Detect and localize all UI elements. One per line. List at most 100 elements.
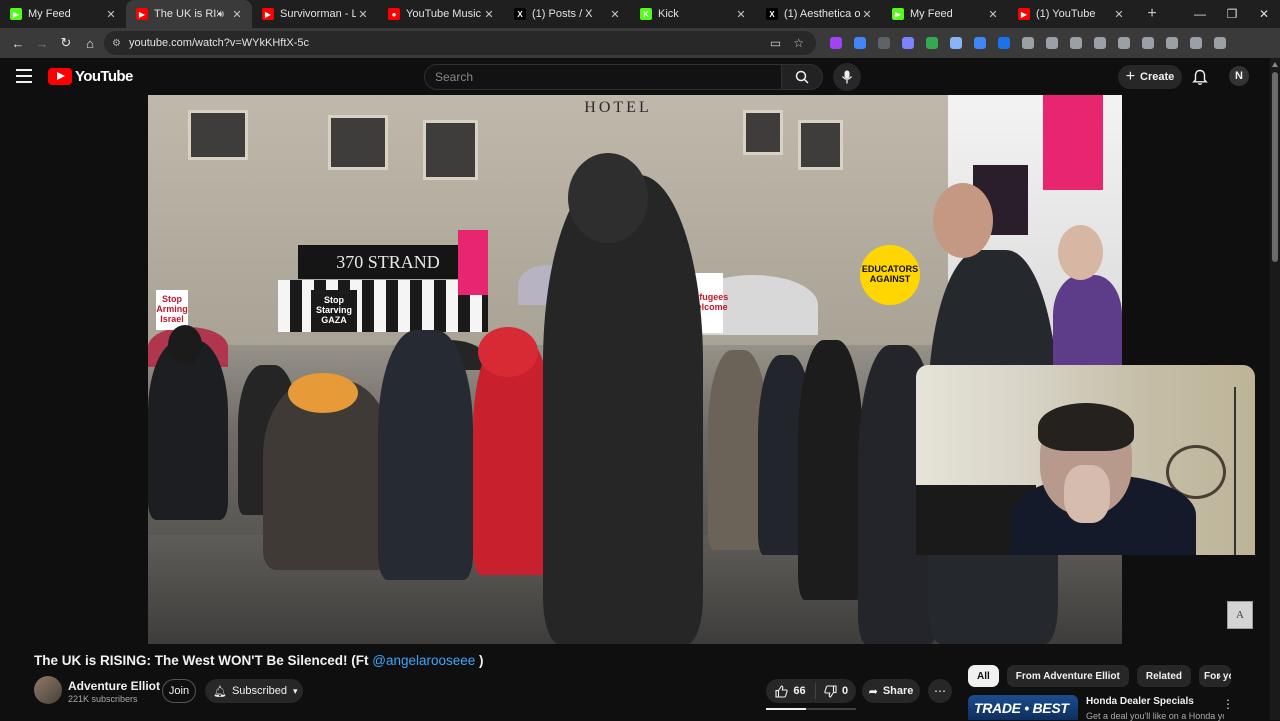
tab-close-icon[interactable]: ✕ bbox=[1112, 8, 1126, 21]
like-button[interactable]: 66 bbox=[766, 683, 816, 699]
back-arrow-icon[interactable]: ← bbox=[6, 31, 30, 55]
video-person bbox=[378, 330, 473, 580]
tab-close-icon[interactable]: ✕ bbox=[860, 8, 874, 21]
restore-icon[interactable]: ❐ bbox=[1216, 7, 1248, 21]
extension-icon[interactable] bbox=[944, 31, 968, 55]
accessibility-extension-button[interactable]: A bbox=[1227, 601, 1253, 629]
extension-icon[interactable] bbox=[872, 31, 896, 55]
dislike-count: 0 bbox=[841, 685, 849, 697]
share-arrow-icon: ➦ bbox=[868, 685, 878, 698]
recommended-menu-icon[interactable]: ⋮ bbox=[1222, 697, 1234, 711]
browser-tab[interactable]: ● YouTube Music ✕ bbox=[378, 0, 504, 28]
video-placard: EDUCATORS AGAINST bbox=[860, 245, 920, 305]
tab-close-icon[interactable]: ✕ bbox=[986, 8, 1000, 21]
page-scrollbar[interactable] bbox=[1270, 58, 1280, 720]
video-placard bbox=[1043, 95, 1103, 190]
video-scene-window bbox=[188, 110, 248, 160]
address-bar[interactable]: ⚙ youtube.com/watch?v=WYkKHftX-5c ▭ ☆ bbox=[104, 31, 816, 55]
share-button[interactable]: ➦ Share bbox=[862, 679, 920, 703]
filter-chip[interactable]: All bbox=[968, 665, 999, 687]
voice-search-button[interactable] bbox=[833, 63, 861, 91]
video-title-mention-link[interactable]: @angelarooseee bbox=[372, 653, 475, 668]
bookmark-star-icon[interactable]: ☆ bbox=[793, 36, 804, 50]
subscribed-label: Subscribed bbox=[231, 685, 288, 697]
menu-icon[interactable] bbox=[16, 69, 32, 83]
reload-icon[interactable]: ↻ bbox=[54, 31, 78, 55]
browser-tab[interactable]: ▶ The UK is RISING:🔊︎ ✕ bbox=[126, 0, 252, 28]
create-button[interactable]: + Create bbox=[1118, 65, 1182, 89]
extension-icon[interactable] bbox=[848, 31, 872, 55]
tab-favicon-icon: X bbox=[766, 8, 778, 20]
channel-name[interactable]: Adventure Elliot bbox=[68, 679, 160, 693]
video-person-hood bbox=[478, 327, 538, 377]
filter-chip[interactable]: Related bbox=[1136, 665, 1191, 687]
speaker-icon[interactable]: 🔊︎ bbox=[218, 9, 224, 20]
site-info-icon[interactable]: ⚙ bbox=[112, 38, 121, 49]
extension-icon[interactable] bbox=[1160, 31, 1184, 55]
video-scene-window bbox=[798, 120, 843, 170]
youtube-logo[interactable]: YouTube bbox=[48, 68, 133, 85]
extension-icon[interactable] bbox=[992, 31, 1016, 55]
dislike-button[interactable]: 0 bbox=[816, 684, 856, 698]
tab-close-icon[interactable]: ✕ bbox=[608, 8, 622, 21]
extension-icon[interactable] bbox=[1088, 31, 1112, 55]
home-icon[interactable]: ⌂ bbox=[78, 31, 102, 55]
search-button[interactable] bbox=[781, 64, 823, 90]
extension-icon[interactable] bbox=[896, 31, 920, 55]
extension-icon[interactable] bbox=[968, 31, 992, 55]
close-window-icon[interactable]: ✕ bbox=[1248, 7, 1280, 21]
youtube-header: YouTube Search + Create N bbox=[0, 58, 1270, 96]
extension-icon[interactable] bbox=[1208, 31, 1232, 55]
video-scene-window bbox=[743, 110, 783, 155]
browser-tab[interactable]: ▶ Survivorman - Les Str✕ bbox=[252, 0, 378, 28]
tab-close-icon[interactable]: ✕ bbox=[356, 8, 370, 21]
browser-tab[interactable]: X (1) Posts / X ✕ bbox=[504, 0, 630, 28]
recommended-title[interactable]: Honda Dealer Specials bbox=[1086, 696, 1194, 707]
tab-list: ▶ My Feed ✕ ▶ The UK is RISING:🔊︎ ✕ ▶ Survivorm… bbox=[0, 0, 1134, 28]
tab-close-icon[interactable]: ✕ bbox=[734, 8, 748, 21]
more-actions-icon[interactable]: ⋯ bbox=[928, 679, 952, 703]
browser-tab[interactable]: K Kick ✕ bbox=[630, 0, 756, 28]
minimize-icon[interactable]: — bbox=[1184, 7, 1216, 21]
chevron-right-icon[interactable]: › bbox=[1208, 665, 1230, 687]
chevron-down-icon: ▾ bbox=[293, 685, 298, 696]
cast-icon[interactable]: ▭ bbox=[770, 36, 781, 50]
video-person-hood bbox=[288, 373, 358, 413]
filter-chip[interactable]: From Adventure Elliot bbox=[1006, 665, 1129, 687]
subscribed-button[interactable]: 🔔︎ Subscribed ▾ bbox=[205, 679, 303, 703]
browser-tab[interactable]: X (1) Aesthetica on X: "✕ bbox=[756, 0, 882, 28]
webcam-person-hand bbox=[1064, 465, 1110, 523]
extension-icon[interactable] bbox=[1112, 31, 1136, 55]
tab-title: The UK is RISING: bbox=[154, 8, 218, 20]
tab-close-icon[interactable]: ✕ bbox=[230, 8, 244, 21]
extension-icon[interactable] bbox=[824, 31, 848, 55]
notifications-button[interactable] bbox=[1190, 67, 1210, 87]
video-placard: Stop Arming Israel bbox=[156, 290, 188, 330]
join-button[interactable]: Join bbox=[162, 679, 196, 703]
extension-icon[interactable] bbox=[920, 31, 944, 55]
extension-icon[interactable] bbox=[1184, 31, 1208, 55]
browser-tab[interactable]: ▶ My Feed ✕ bbox=[882, 0, 1008, 28]
window-controls: — ❐ ✕ bbox=[1184, 0, 1280, 28]
extension-icon[interactable] bbox=[1064, 31, 1088, 55]
video-person bbox=[798, 340, 863, 600]
tab-close-icon[interactable]: ✕ bbox=[482, 8, 496, 21]
extension-icon[interactable] bbox=[1040, 31, 1064, 55]
video-person-face bbox=[1058, 225, 1103, 280]
extension-icon[interactable] bbox=[1136, 31, 1160, 55]
scrollbar-thumb[interactable] bbox=[1272, 72, 1278, 262]
scroll-up-icon[interactable] bbox=[1272, 62, 1278, 67]
new-tab-button[interactable]: + bbox=[1138, 5, 1166, 23]
browser-tab[interactable]: ▶ (1) YouTube ✕ bbox=[1008, 0, 1134, 28]
channel-avatar[interactable] bbox=[34, 676, 62, 704]
like-dislike-bar: 66 0 bbox=[766, 679, 856, 703]
forward-arrow-icon[interactable]: → bbox=[30, 31, 54, 55]
recommended-thumbnail[interactable]: TRADE • BEST bbox=[968, 695, 1078, 720]
browser-tabstrip: ▶ My Feed ✕ ▶ The UK is RISING:🔊︎ ✕ ▶ Survivorm… bbox=[0, 0, 1280, 28]
browser-tab[interactable]: ▶ My Feed ✕ bbox=[0, 0, 126, 28]
tab-close-icon[interactable]: ✕ bbox=[104, 8, 118, 21]
profile-avatar[interactable]: N bbox=[1229, 66, 1249, 86]
recommended-thumbnail-text: TRADE • BEST bbox=[974, 700, 1069, 716]
extension-icon[interactable] bbox=[1016, 31, 1040, 55]
search-input[interactable]: Search bbox=[424, 64, 782, 90]
